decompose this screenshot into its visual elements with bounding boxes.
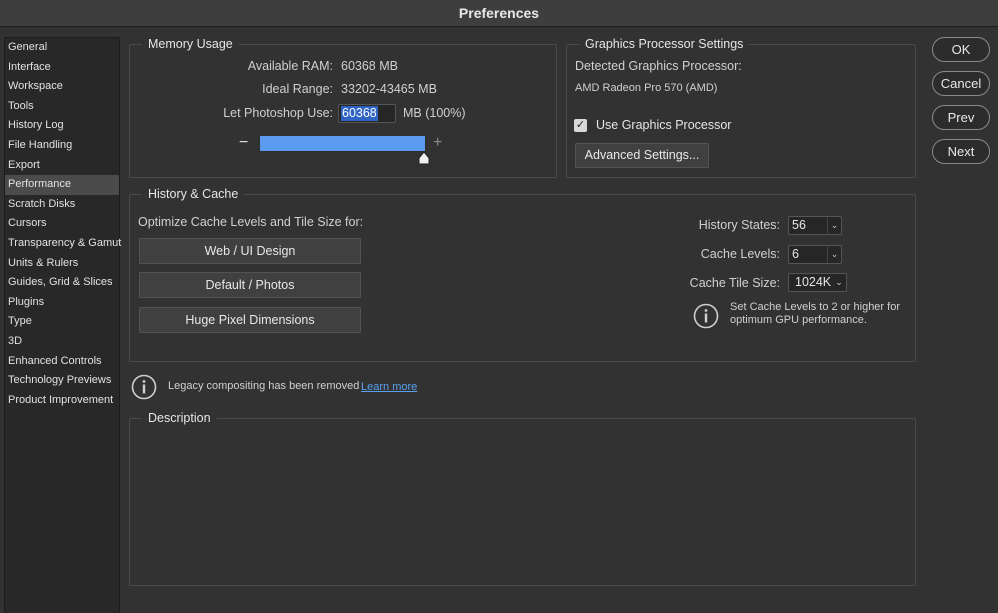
next-button[interactable]: Next (932, 139, 990, 164)
sidebar-item-units-rulers[interactable]: Units & Rulers (5, 254, 119, 274)
ideal-range-label: Ideal Range: (262, 82, 333, 96)
sidebar-item-tools[interactable]: Tools (5, 97, 119, 117)
available-ram-label: Available RAM: (247, 59, 333, 73)
sidebar-item-performance[interactable]: Performance (5, 175, 119, 195)
history-cache-title: History & Cache (142, 186, 245, 202)
description-title: Description (142, 410, 217, 426)
sidebar-item-workspace[interactable]: Workspace (5, 77, 119, 97)
sidebar-item-product-improvement[interactable]: Product Improvement (5, 391, 119, 411)
use-gpu-checkbox[interactable]: ✓ (574, 119, 587, 132)
sidebar-item-guides-grid-slices[interactable]: Guides, Grid & Slices (5, 273, 119, 293)
learn-more-link[interactable]: Learn more (361, 381, 417, 393)
decrease-memory-icon[interactable]: − (239, 135, 248, 151)
cache-levels-select[interactable]: 6 ⌄ (788, 245, 842, 264)
sidebar-item-plugins[interactable]: Plugins (5, 293, 119, 313)
memory-slider-track[interactable] (259, 135, 426, 152)
sidebar-item-type[interactable]: Type (5, 312, 119, 332)
available-ram-value: 60368 MB (341, 59, 398, 73)
info-icon (131, 374, 157, 400)
chevron-down-icon: ⌄ (827, 217, 841, 234)
memory-slider-thumb[interactable] (418, 151, 430, 165)
memory-usage-title: Memory Usage (142, 36, 239, 52)
sidebar-item-export[interactable]: Export (5, 156, 119, 176)
sidebar-item-transparency-gamut[interactable]: Transparency & Gamut (5, 234, 121, 254)
sidebar-item-cursors[interactable]: Cursors (5, 214, 119, 234)
default-photos-button[interactable]: Default / Photos (139, 272, 361, 298)
detected-gpu-value: AMD Radeon Pro 570 (AMD) (575, 82, 718, 94)
web-ui-design-button[interactable]: Web / UI Design (139, 238, 361, 264)
sidebar-item-interface[interactable]: Interface (5, 58, 119, 78)
chevron-down-icon: ⌄ (835, 277, 843, 287)
memory-amount-input[interactable]: 60368 (338, 104, 396, 123)
history-states-value: 56 (792, 218, 806, 232)
sidebar-item-technology-previews[interactable]: Technology Previews (5, 371, 119, 391)
cache-levels-value: 6 (792, 247, 799, 261)
huge-pixel-dimensions-button[interactable]: Huge Pixel Dimensions (139, 307, 361, 333)
photoshop-use-label: Let Photoshop Use: (223, 106, 333, 120)
detected-gpu-label: Detected Graphics Processor: (575, 59, 742, 73)
cache-info-text-line2: optimum GPU performance. (730, 314, 867, 326)
cache-tile-size-value: 1024K (795, 275, 832, 289)
cache-levels-label: Cache Levels: (700, 247, 780, 261)
sidebar-item-enhanced-controls[interactable]: Enhanced Controls (5, 352, 119, 372)
optimize-label: Optimize Cache Levels and Tile Size for: (138, 215, 364, 229)
info-icon (693, 303, 719, 329)
legacy-compositing-notice: Legacy compositing has been removed (168, 380, 360, 392)
cache-tile-size-select[interactable]: 1024K ⌄ (788, 273, 847, 292)
advanced-settings-button[interactable]: Advanced Settings... (575, 143, 709, 168)
history-states-select[interactable]: 56 ⌄ (788, 216, 842, 235)
increase-memory-icon[interactable]: + (433, 135, 442, 151)
chevron-down-icon: ⌄ (827, 246, 841, 263)
sidebar-item-scratch-disks[interactable]: Scratch Disks (5, 195, 119, 215)
use-gpu-label: Use Graphics Processor (596, 118, 732, 132)
gpu-settings-title: Graphics Processor Settings (579, 36, 750, 52)
memory-unit-label: MB (100%) (403, 106, 466, 120)
window-title: Preferences (0, 0, 998, 27)
sidebar-item-history-log[interactable]: History Log (5, 116, 119, 136)
memory-amount-value: 60368 (341, 106, 378, 121)
memory-slider-fill (260, 136, 425, 151)
cache-info-text-line1: Set Cache Levels to 2 or higher for (730, 301, 900, 313)
sidebar-item-3d[interactable]: 3D (5, 332, 119, 352)
cancel-button[interactable]: Cancel (932, 71, 990, 96)
sidebar-item-file-handling[interactable]: File Handling (5, 136, 119, 156)
preferences-sidebar: General Interface Workspace Tools History Lo… (4, 37, 121, 613)
cache-tile-size-label: Cache Tile Size: (689, 276, 780, 290)
history-states-label: History States: (698, 218, 780, 232)
ok-button[interactable]: OK (932, 37, 990, 62)
prev-button[interactable]: Prev (932, 105, 990, 130)
sidebar-item-general[interactable]: General (5, 38, 119, 58)
description-group: Description (129, 410, 916, 586)
ideal-range-value: 33202-43465 MB (341, 82, 437, 96)
